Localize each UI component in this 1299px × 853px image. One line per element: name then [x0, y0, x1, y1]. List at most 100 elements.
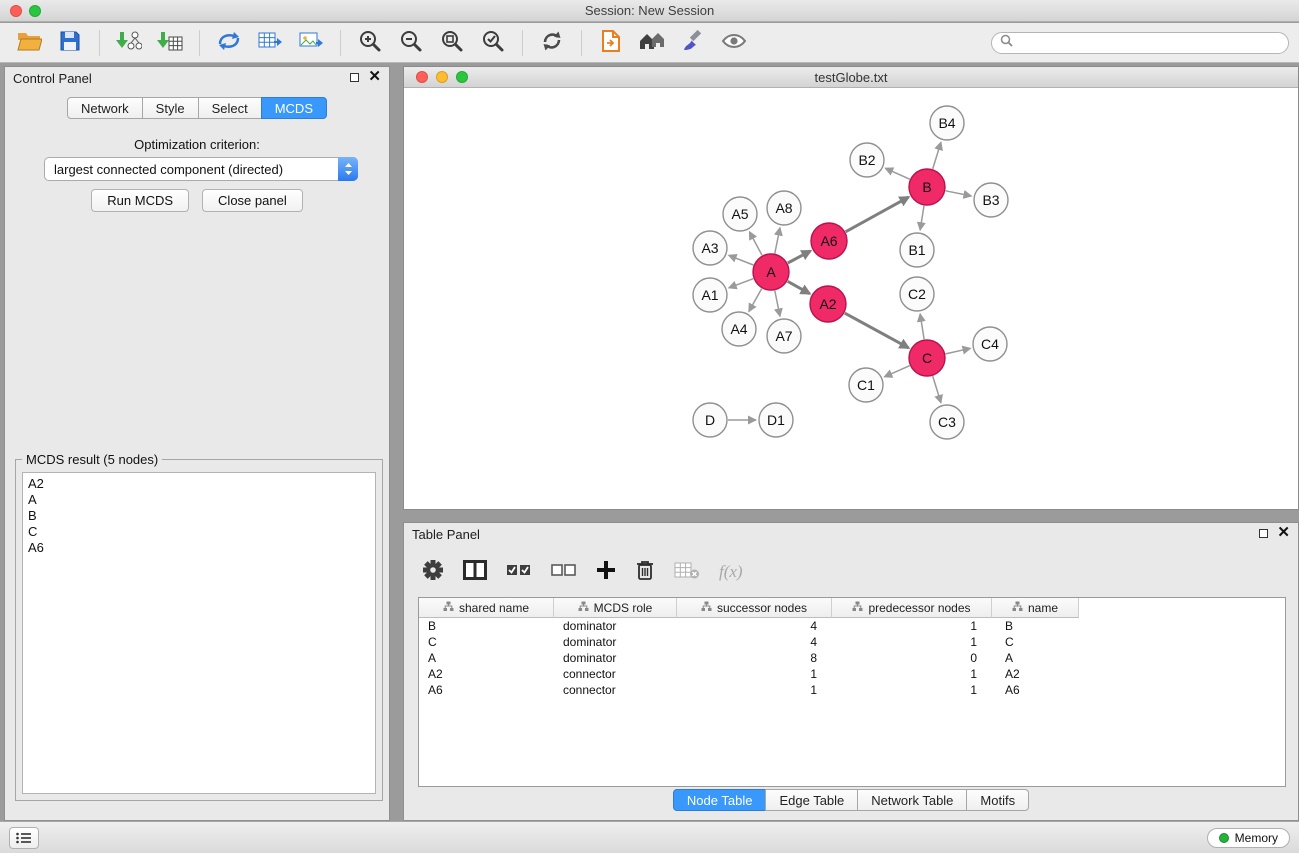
show-hide-button[interactable] — [715, 27, 753, 59]
tab-edge-table[interactable]: Edge Table — [765, 789, 858, 811]
search-input[interactable] — [1018, 35, 1280, 50]
zoom-out-icon — [399, 29, 423, 56]
open-file-button[interactable] — [10, 27, 48, 59]
graph-edge-A-A5[interactable] — [749, 232, 762, 256]
float-panel-icon[interactable] — [350, 73, 359, 82]
column-header-predecessor-nodes[interactable]: predecessor nodes — [832, 598, 992, 618]
mcds-result-title: MCDS result (5 nodes) — [22, 452, 162, 467]
mcds-result-group: MCDS result (5 nodes) A2ABCA6 — [15, 459, 383, 801]
mcds-result-item[interactable]: C — [28, 524, 370, 540]
graph-edge-A-A6[interactable] — [788, 251, 811, 263]
network-window-traffic-lights — [416, 71, 468, 83]
graph-edge-B-B1[interactable] — [920, 206, 924, 230]
graph-edge-C-C3[interactable] — [933, 376, 941, 403]
delete-table-button[interactable] — [674, 560, 700, 585]
graph-edge-B-B3[interactable] — [946, 191, 972, 196]
table-settings-button[interactable] — [422, 559, 444, 586]
table-row-A6[interactable]: A6connector11A6 — [419, 682, 1285, 698]
search-field[interactable] — [991, 32, 1289, 54]
close-table-panel-icon[interactable]: ✕ — [1277, 527, 1290, 539]
document-button[interactable] — [592, 27, 630, 59]
graph-edge-A-A3[interactable] — [729, 255, 754, 265]
window-titlebar[interactable]: Session: New Session — [0, 0, 1299, 22]
select-all-button[interactable] — [506, 562, 532, 583]
task-history-button[interactable] — [9, 827, 39, 849]
column-header-successor-nodes[interactable]: successor nodes — [677, 598, 832, 618]
table-row-A2[interactable]: A2connector11A2 — [419, 666, 1285, 682]
network-minimize-button[interactable] — [436, 71, 448, 83]
mcds-result-item[interactable]: A6 — [28, 540, 370, 556]
column-header-shared-name[interactable]: shared name — [419, 598, 554, 618]
table-row-C[interactable]: Cdominator41C — [419, 634, 1285, 650]
table-cell: connector — [554, 683, 677, 697]
function-builder-button[interactable]: f(x) — [719, 562, 743, 582]
save-session-button[interactable] — [51, 27, 89, 59]
close-panel-icon[interactable]: ✕ — [368, 71, 381, 83]
tab-network[interactable]: Network — [67, 97, 143, 119]
float-table-panel-icon[interactable] — [1259, 529, 1268, 538]
column-header-label: successor nodes — [717, 601, 807, 615]
zoom-out-button[interactable] — [392, 27, 430, 59]
mcds-result-item[interactable]: A — [28, 492, 370, 508]
import-network-icon — [116, 29, 142, 56]
zoom-in-button[interactable] — [351, 27, 389, 59]
mcds-result-item[interactable]: B — [28, 508, 370, 524]
home-button[interactable] — [633, 27, 671, 59]
optimization-dropdown[interactable]: largest connected component (directed) — [44, 157, 358, 181]
add-column-button[interactable] — [596, 560, 616, 585]
table-row-B[interactable]: Bdominator41B — [419, 618, 1285, 634]
graph-node-label: A4 — [730, 321, 747, 337]
tab-network-table[interactable]: Network Table — [857, 789, 967, 811]
graph-edge-C-C4[interactable] — [946, 348, 971, 354]
tab-style[interactable]: Style — [142, 97, 199, 119]
graph-edge-A-A7[interactable] — [775, 291, 780, 317]
refresh-button[interactable] — [533, 27, 571, 59]
zoom-fit-button[interactable] — [433, 27, 471, 59]
network-window-titlebar[interactable]: testGlobe.txt — [404, 67, 1298, 88]
graph-edge-A-A1[interactable] — [729, 279, 754, 288]
network-zoom-button[interactable] — [456, 71, 468, 83]
traffic-lights — [10, 5, 41, 17]
memory-label: Memory — [1235, 831, 1278, 845]
show-columns-button[interactable] — [463, 560, 487, 585]
graph-edge-C-C2[interactable] — [920, 314, 924, 339]
graph-edge-A-A8[interactable] — [775, 228, 780, 254]
graph-edge-A-A4[interactable] — [749, 289, 762, 312]
table-row-A[interactable]: Adominator80A — [419, 650, 1285, 666]
share-network-button[interactable] — [210, 27, 248, 59]
tab-mcds[interactable]: MCDS — [261, 97, 327, 119]
network-close-button[interactable] — [416, 71, 428, 83]
close-window-button[interactable] — [10, 5, 22, 17]
tab-motifs[interactable]: Motifs — [966, 789, 1029, 811]
zoom-selected-icon — [481, 29, 505, 56]
graph-edge-A6-B[interactable] — [846, 197, 909, 232]
export-image-button[interactable] — [292, 27, 330, 59]
run-mcds-button[interactable]: Run MCDS — [91, 189, 189, 212]
column-sort-icon — [578, 601, 589, 615]
zoom-window-button[interactable] — [29, 5, 41, 17]
mcds-result-item[interactable]: A2 — [28, 476, 370, 492]
unselect-all-button[interactable] — [551, 562, 577, 583]
graph-edge-A2-C[interactable] — [845, 313, 909, 348]
style-brush-button[interactable] — [674, 27, 712, 59]
graph-edge-C-C1[interactable] — [884, 366, 909, 377]
mcds-result-list[interactable]: A2ABCA6 — [22, 472, 376, 794]
network-table-icon — [257, 30, 283, 55]
graph-node-label: A3 — [701, 240, 718, 256]
tab-select[interactable]: Select — [198, 97, 262, 119]
column-header-name[interactable]: name — [992, 598, 1079, 618]
network-table-button[interactable] — [251, 27, 289, 59]
import-network-button[interactable] — [110, 27, 148, 59]
graph-edge-B-B4[interactable] — [933, 142, 941, 169]
graph-edge-A-A2[interactable] — [788, 281, 810, 293]
import-table-button[interactable] — [151, 27, 189, 59]
zoom-selected-button[interactable] — [474, 27, 512, 59]
delete-column-button[interactable] — [635, 559, 655, 586]
table-cell: A6 — [419, 683, 554, 697]
column-header-MCDS-role[interactable]: MCDS role — [554, 598, 677, 618]
tab-node-table[interactable]: Node Table — [673, 789, 767, 811]
network-canvas[interactable]: AA1A2A3A4A5A6A7A8BB1B2B3B4CC1C2C3C4DD1 — [404, 89, 1298, 510]
memory-button[interactable]: Memory — [1207, 828, 1290, 848]
close-panel-button[interactable]: Close panel — [202, 189, 303, 212]
graph-edge-B-B2[interactable] — [885, 168, 910, 179]
